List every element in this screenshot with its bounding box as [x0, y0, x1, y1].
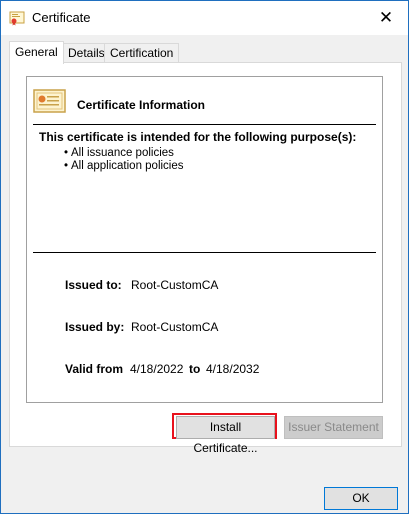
issuer-statement-button[interactable]: Issuer Statement — [284, 416, 383, 439]
divider — [33, 252, 376, 253]
ok-button[interactable]: OK — [324, 487, 398, 510]
issued-to-value: Root-CustomCA — [131, 278, 219, 292]
certificate-icon — [9, 10, 25, 26]
valid-from-value: 4/18/2022 — [130, 362, 184, 376]
close-icon: ✕ — [378, 8, 394, 27]
general-tab-panel: Certificate Information This certificate… — [9, 62, 402, 455]
valid-to-value: 4/18/2032 — [206, 362, 260, 376]
valid-from-label: Valid from — [65, 362, 124, 376]
list-item: • All issuance policies — [64, 147, 174, 159]
tab-certification-path[interactable]: Certification Path — [104, 43, 180, 79]
title-bar: Certificate ✕ — [1, 1, 408, 35]
issued-to-label: Issued to: — [65, 278, 122, 292]
issued-by-value: Root-CustomCA — [131, 320, 219, 334]
divider — [33, 124, 376, 125]
issued-by-label: Issued by: — [65, 320, 125, 334]
close-button[interactable]: ✕ — [364, 1, 408, 35]
install-highlight: Install Certificate... — [172, 413, 277, 455]
certificate-dialog: Certificate ✕ General Details Certificat… — [0, 0, 409, 514]
certificate-information-heading: Certificate Information — [77, 98, 206, 112]
certificate-info-box: Certificate Information This certificate… — [26, 76, 383, 403]
tab-general[interactable]: General — [9, 41, 64, 64]
install-certificate-button[interactable]: Install Certificate... — [176, 416, 275, 455]
certificate-large-icon — [33, 88, 67, 116]
purpose-list: • All issuance policies • All application … — [64, 147, 184, 173]
purpose-heading: This certificate is intended for the fol… — [39, 130, 357, 144]
list-item: • All application policies — [64, 160, 184, 172]
valid-to-label: to — [189, 362, 201, 376]
window-title: Certificate — [32, 10, 91, 25]
